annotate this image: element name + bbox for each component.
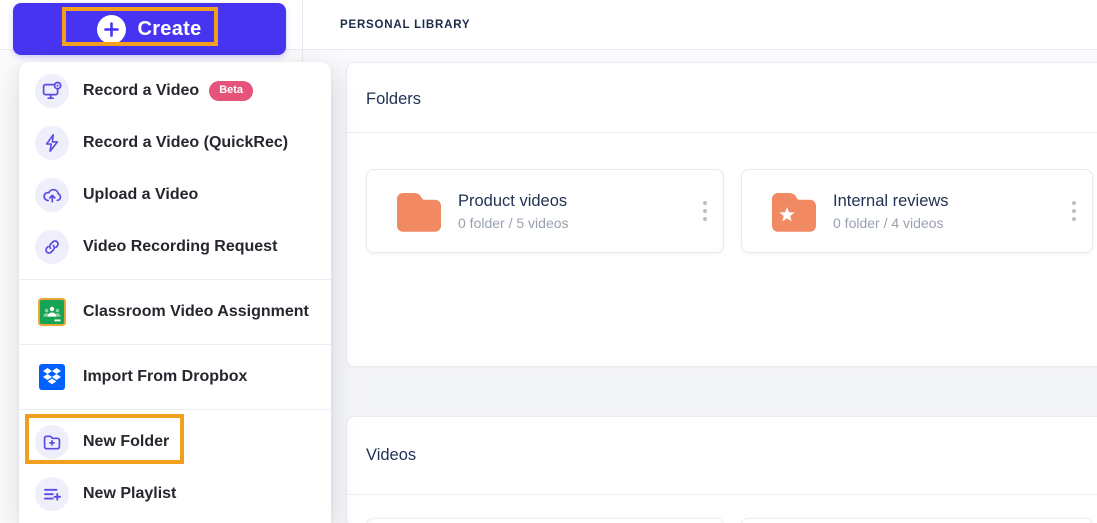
personal-library-label: PERSONAL LIBRARY	[340, 19, 471, 31]
folder-card-internal-reviews[interactable]: Internal reviews 0 folder / 4 videos	[741, 169, 1093, 253]
link-icon	[35, 230, 69, 264]
menu-divider	[19, 409, 331, 410]
folder-meta: 0 folder / 4 videos	[833, 214, 944, 231]
menu-item-new-folder[interactable]: New Folder	[19, 416, 331, 468]
plus-icon	[97, 14, 127, 44]
create-button-label: Create	[137, 17, 202, 40]
folder-options-kebab-icon[interactable]	[1070, 197, 1078, 225]
menu-item-label: Classroom Video Assignment	[83, 303, 309, 320]
folder-card-product-videos[interactable]: Product videos 0 folder / 5 videos	[366, 169, 724, 253]
menu-item-label: New Playlist	[83, 485, 177, 502]
folder-card-text: Internal reviews 0 folder / 4 videos	[833, 192, 949, 231]
folders-section: Folders Product videos 0 folder / 5 vide…	[346, 62, 1097, 367]
menu-item-classroom-video-assignment[interactable]: Classroom Video Assignment	[19, 286, 331, 338]
menu-divider	[19, 279, 331, 280]
menu-item-video-recording-request[interactable]: Video Recording Request	[19, 221, 331, 273]
beta-badge: Beta	[209, 81, 254, 101]
new-folder-icon	[35, 425, 69, 459]
video-card-partial[interactable]	[741, 518, 1093, 523]
menu-item-record-a-video[interactable]: Record a Video Beta	[19, 65, 331, 117]
app-page: PERSONAL LIBRARY Folders Product videos …	[0, 0, 1097, 523]
cloud-upload-icon	[35, 178, 69, 212]
videos-section: Videos	[346, 416, 1097, 523]
menu-item-label: New Folder	[83, 433, 170, 450]
menu-divider	[19, 344, 331, 345]
folder-name: Product videos	[458, 191, 568, 210]
folder-name: Internal reviews	[833, 191, 949, 210]
videos-section-divider	[347, 494, 1097, 495]
video-card-partial[interactable]	[366, 518, 724, 523]
dropbox-icon	[38, 363, 66, 391]
folder-meta: 0 folder / 5 videos	[458, 214, 569, 231]
menu-item-label: Import From Dropbox	[83, 368, 248, 385]
menu-item-label: Record a Video (QuickRec)	[83, 134, 289, 151]
menu-item-upload-a-video[interactable]: Upload a Video	[19, 169, 331, 221]
record-video-icon	[35, 74, 69, 108]
google-classroom-icon	[38, 298, 66, 326]
menu-item-label: Upload a Video	[83, 186, 199, 203]
folder-card-text: Product videos 0 folder / 5 videos	[458, 192, 569, 231]
menu-item-label: Record a Video	[83, 82, 200, 99]
menu-item-label: Video Recording Request	[83, 238, 278, 255]
menu-item-import-from-dropbox[interactable]: Import From Dropbox	[19, 351, 331, 403]
folders-section-divider	[347, 132, 1097, 133]
new-playlist-icon	[35, 477, 69, 511]
create-dropdown-menu: Record a Video Beta Record a Video (Quic…	[19, 62, 331, 523]
folder-options-kebab-icon[interactable]	[701, 197, 709, 225]
folders-section-title: Folders	[366, 90, 422, 108]
folder-icon	[397, 193, 441, 232]
create-button[interactable]: Create	[13, 3, 286, 55]
videos-section-title: Videos	[366, 446, 417, 464]
lightning-icon	[35, 126, 69, 160]
menu-item-record-quickrec[interactable]: Record a Video (QuickRec)	[19, 117, 331, 169]
folder-star-icon	[772, 193, 816, 232]
menu-item-new-playlist[interactable]: New Playlist	[19, 468, 331, 520]
